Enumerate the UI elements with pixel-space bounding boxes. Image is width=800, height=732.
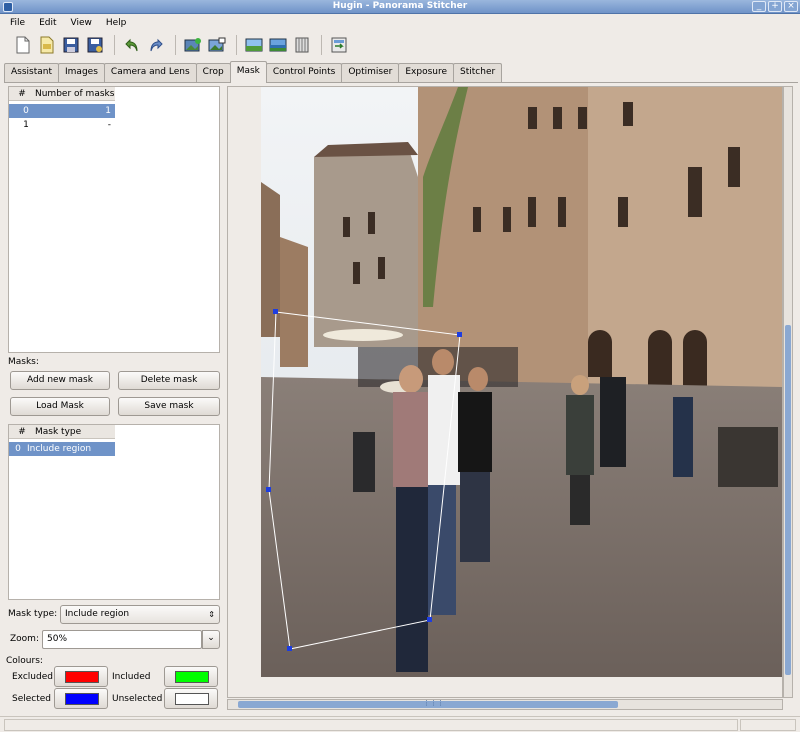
new-project-icon (16, 36, 30, 54)
unselected-label: Unselected (112, 694, 163, 704)
included-colour-swatch (175, 671, 209, 683)
tab-camera-and-lens[interactable]: Camera and Lens (103, 63, 197, 82)
fast-preview-icon (269, 38, 287, 52)
status-field (4, 719, 738, 731)
vertical-scroll-thumb[interactable] (785, 325, 791, 675)
zoom-input[interactable]: 50% (42, 630, 202, 649)
add-images-icon (184, 38, 201, 52)
new-project-button[interactable] (12, 34, 34, 56)
masks-label: Masks: (8, 357, 39, 367)
selected-colour-button[interactable] (54, 688, 108, 709)
layout-icon (295, 37, 309, 53)
open-project-icon (40, 36, 54, 54)
col-mask-number[interactable]: # (9, 425, 35, 438)
zoom-value: 50% (47, 634, 68, 644)
tab-bar: Assistant Images Camera and Lens Crop Ma… (4, 61, 503, 83)
menu-view[interactable]: View (71, 18, 92, 28)
unselected-colour-swatch (175, 693, 209, 705)
images-list-header: # Number of masks (9, 87, 115, 101)
add-images-button[interactable] (182, 34, 204, 56)
redo-button[interactable] (145, 34, 167, 56)
close-button[interactable]: × (784, 1, 798, 12)
col-mask-type[interactable]: Mask type (35, 425, 81, 438)
delete-mask-button[interactable]: Delete mask (118, 371, 220, 390)
tab-divider (4, 82, 798, 83)
save-as-button[interactable] (84, 34, 106, 56)
col-number-of-masks[interactable]: Number of masks (35, 87, 114, 100)
undo-button[interactable] (121, 34, 143, 56)
excluded-colour-button[interactable] (54, 666, 108, 687)
mask-type-label: Mask type: (8, 609, 58, 619)
add-new-mask-button[interactable]: Add new mask (10, 371, 110, 390)
stitch-button[interactable] (328, 34, 350, 56)
selected-label: Selected (12, 694, 52, 704)
images-list[interactable]: # Number of masks 0 1 1 - (8, 86, 220, 353)
tab-mask[interactable]: Mask (229, 61, 267, 83)
status-field (740, 719, 796, 731)
included-colour-button[interactable] (164, 666, 218, 687)
preview-button[interactable] (243, 34, 265, 56)
stitch-icon (331, 37, 347, 53)
excluded-label: Excluded (12, 672, 53, 682)
undo-icon (125, 38, 138, 52)
colours-label: Colours: (6, 656, 43, 666)
included-label: Included (112, 672, 151, 682)
fast-preview-button[interactable] (267, 34, 289, 56)
toolbar-separator (114, 35, 115, 55)
save-as-icon (87, 37, 103, 53)
toolbar (0, 31, 800, 59)
image-row-0[interactable]: 0 1 (9, 104, 115, 118)
window-title: Hugin - Panorama Stitcher (332, 1, 468, 11)
open-project-button[interactable] (36, 34, 58, 56)
chevron-down-icon: ⌄ (207, 633, 215, 643)
menu-help[interactable]: Help (106, 18, 127, 28)
unselected-colour-button[interactable] (164, 688, 218, 709)
mask-editor-canvas[interactable] (227, 86, 783, 698)
scroll-grip: ⋮⋮⋮ (423, 699, 444, 707)
mask-type-select[interactable]: Include region ⇕ (60, 605, 220, 624)
mask-row-0[interactable]: 0 Include region (9, 442, 115, 456)
image-row-1[interactable]: 1 - (9, 118, 115, 132)
toolbar-separator (175, 35, 176, 55)
tab-stitcher[interactable]: Stitcher (453, 63, 503, 82)
load-mask-button[interactable]: Load Mask (10, 397, 110, 416)
horizontal-scroll-thumb[interactable]: ⋮⋮⋮ (238, 699, 618, 708)
col-number[interactable]: # (9, 87, 35, 100)
tab-assistant[interactable]: Assistant (4, 63, 60, 82)
minimize-button[interactable]: _ (752, 1, 766, 12)
toolbar-separator (321, 35, 322, 55)
status-bar (0, 716, 800, 732)
menu-file[interactable]: File (10, 18, 25, 28)
tab-optimiser[interactable]: Optimiser (341, 63, 400, 82)
selected-colour-swatch (65, 693, 99, 705)
toolbar-separator (236, 35, 237, 55)
tab-control-points[interactable]: Control Points (265, 63, 343, 82)
title-bar: Hugin - Panorama Stitcher _ + × (0, 0, 800, 14)
maximize-button[interactable]: + (768, 1, 782, 12)
save-button[interactable] (60, 34, 82, 56)
updown-arrow-icon: ⇕ (208, 610, 215, 619)
save-mask-button[interactable]: Save mask (118, 397, 220, 416)
zoom-dropdown-button[interactable]: ⌄ (202, 630, 220, 649)
zoom-label: Zoom: (10, 634, 39, 644)
add-time-series-icon (208, 37, 226, 52)
mask-list[interactable]: # Mask type 0 Include region (8, 424, 220, 600)
vertical-scrollbar[interactable] (783, 86, 793, 698)
panorama-image (261, 87, 782, 677)
add-time-series-button[interactable] (206, 34, 228, 56)
redo-icon (150, 38, 163, 52)
menu-edit[interactable]: Edit (39, 18, 56, 28)
tab-images[interactable]: Images (58, 63, 105, 82)
menu-bar: File Edit View Help (0, 14, 800, 31)
save-icon (63, 37, 79, 53)
mask-list-header: # Mask type (9, 425, 115, 439)
layout-button[interactable] (291, 34, 313, 56)
tab-crop[interactable]: Crop (195, 63, 231, 82)
mask-type-value: Include region (65, 609, 130, 619)
horizontal-scrollbar[interactable]: ⋮⋮⋮ (227, 699, 783, 710)
excluded-colour-swatch (65, 671, 99, 683)
tab-exposure[interactable]: Exposure (398, 63, 455, 82)
preview-icon (245, 38, 263, 52)
